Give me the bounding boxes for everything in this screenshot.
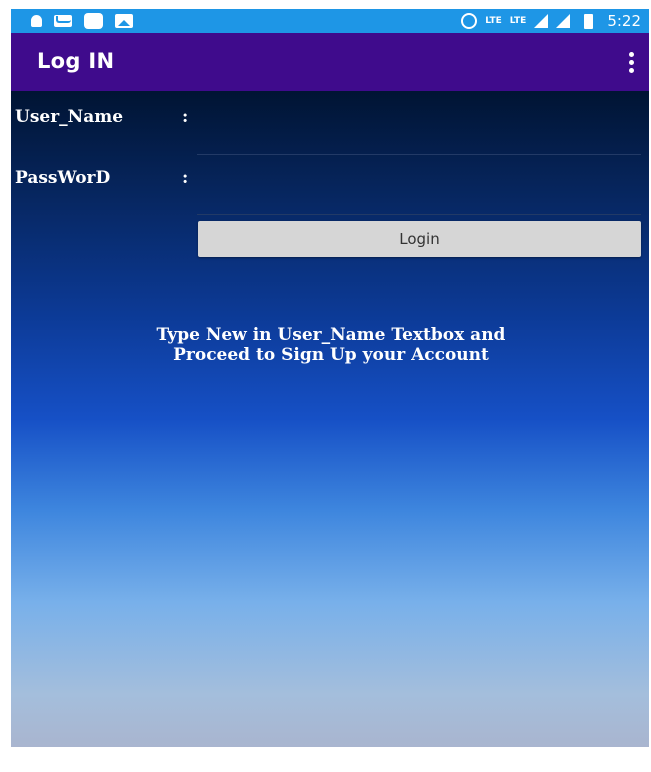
page-title: Log IN xyxy=(37,49,115,73)
username-colon: : xyxy=(182,107,189,127)
login-form: User_Name : PassWorD : Login Type New in… xyxy=(11,91,649,747)
signal-icon xyxy=(534,14,549,28)
lte-data-label: LTE xyxy=(509,16,527,26)
signup-hint: Type New in User_Name Textbox and Procee… xyxy=(71,325,591,365)
signup-hint-line1: Type New in User_Name Textbox and xyxy=(156,325,506,345)
password-label: PassWorD xyxy=(15,168,111,188)
system-icons: LTE LTE 5:22 xyxy=(453,11,641,31)
mail-icon xyxy=(54,15,72,27)
phone-screen: LTE LTE 5:22 Log IN User_Name : PassWorD… xyxy=(11,9,649,747)
username-input[interactable] xyxy=(197,125,641,155)
app-bar: Log IN xyxy=(11,33,649,91)
signup-hint-line2: Proceed to Sign Up your Account xyxy=(173,345,489,365)
password-input[interactable] xyxy=(197,185,641,215)
overflow-menu-icon[interactable] xyxy=(629,52,635,74)
username-label: User_Name xyxy=(15,107,124,127)
login-button[interactable]: Login xyxy=(198,221,641,257)
status-bar: LTE LTE 5:22 xyxy=(11,9,649,33)
signal-icon xyxy=(556,14,571,28)
battery-icon xyxy=(584,13,594,29)
status-time: 5:22 xyxy=(607,12,641,30)
bell-icon xyxy=(31,15,42,27)
lte-call-icon: LTE xyxy=(485,16,502,26)
alarm-icon xyxy=(461,13,478,29)
image-icon xyxy=(115,14,133,28)
notification-icons xyxy=(31,13,145,29)
password-colon: : xyxy=(182,168,189,188)
chat-icon xyxy=(84,13,103,29)
